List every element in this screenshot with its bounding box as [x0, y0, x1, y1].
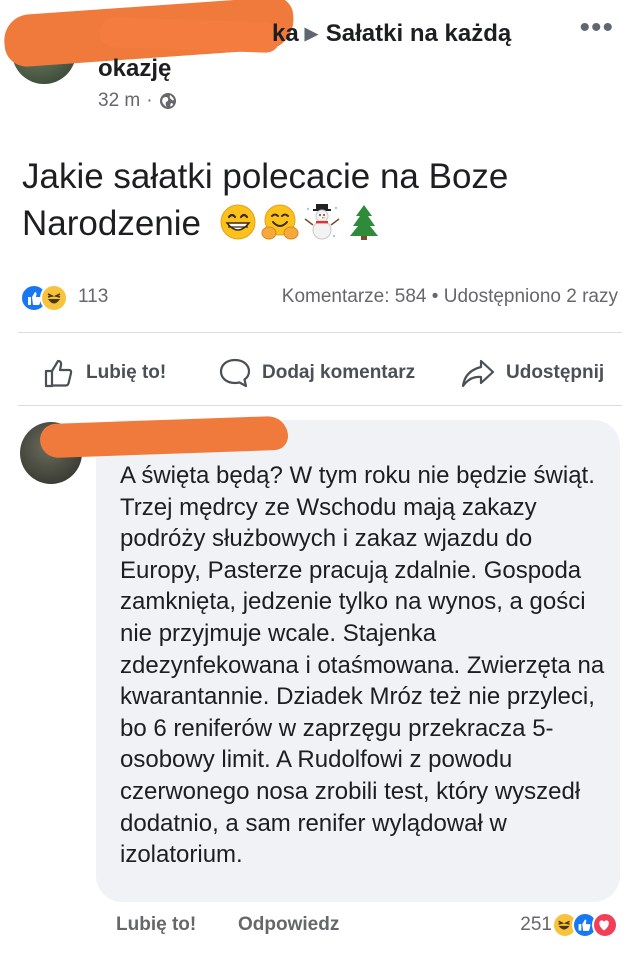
like-button-label: Lubię to! — [86, 362, 167, 383]
grinning-face-emoji — [220, 204, 256, 240]
comment-button[interactable]: Dodaj komentarz — [218, 356, 415, 390]
love-reaction-icon — [592, 912, 618, 938]
stats-separator: • — [431, 286, 439, 307]
reaction-icons[interactable] — [20, 284, 70, 312]
share-arrow-icon — [461, 359, 495, 388]
post-meta: 32 m · — [98, 90, 177, 112]
post-time[interactable]: 32 m — [98, 90, 140, 112]
post-body: Jakie sałatki polecacie na Boze Narodzen… — [22, 153, 602, 247]
thumbs-up-icon — [44, 359, 73, 388]
shares-count[interactable]: Udostępniono 2 razy — [444, 286, 618, 307]
hugging-face-emoji — [261, 204, 299, 240]
comment-reply-button[interactable]: Odpowiedz — [238, 914, 339, 936]
group-name[interactable]: Sałatki na każdą — [326, 20, 511, 47]
globe-icon — [159, 93, 176, 109]
divider — [18, 332, 622, 333]
comment-actions: Lubię to! Odpowiedz 251 — [0, 908, 640, 948]
redaction-mark — [99, 16, 281, 54]
post-stats: Komentarze: 584 • Udostępniono 2 razy — [282, 286, 618, 308]
post-title-line: ka ▶ Sałatki na każdą — [272, 20, 511, 48]
comment-reaction-count[interactable]: 251 — [520, 914, 552, 936]
share-button[interactable]: Udostępnij — [460, 356, 604, 390]
share-button-label: Udostępnij — [506, 362, 605, 383]
haha-reaction-icon — [40, 284, 68, 312]
more-options-icon[interactable]: ••• — [579, 13, 614, 43]
meta-separator: · — [146, 90, 153, 111]
truncated-next-comment — [90, 954, 470, 960]
comment-reaction-icons[interactable] — [552, 912, 618, 940]
comment-text: A święta będą? W tym roku nie będzie świ… — [120, 462, 605, 869]
comment-like-button[interactable]: Lubię to! — [116, 914, 196, 936]
post-header: ka ▶ Sałatki na każdą okazję 32 m · ••• — [0, 0, 640, 120]
snowman-emoji — [304, 203, 340, 240]
triangle-right-icon: ▶ — [304, 24, 318, 43]
reaction-count[interactable]: 113 — [78, 286, 108, 308]
reactions-summary: 113 Komentarze: 584 • Udostępniono 2 raz… — [0, 280, 640, 316]
post-action-bar: Lubię to! Dodaj komentarz Udostępnij — [0, 340, 640, 400]
christmas-tree-emoji — [349, 204, 378, 240]
speech-bubble-icon — [219, 358, 251, 388]
author-name-fragment[interactable]: ka — [272, 20, 299, 47]
group-name-continued[interactable]: okazję — [98, 55, 171, 83]
like-button[interactable]: Lubię to! — [42, 356, 166, 390]
comment-button-label: Dodaj komentarz — [262, 362, 416, 383]
post-emojis — [219, 203, 383, 241]
divider — [18, 405, 622, 406]
comments-count[interactable]: Komentarze: 584 — [282, 286, 427, 307]
